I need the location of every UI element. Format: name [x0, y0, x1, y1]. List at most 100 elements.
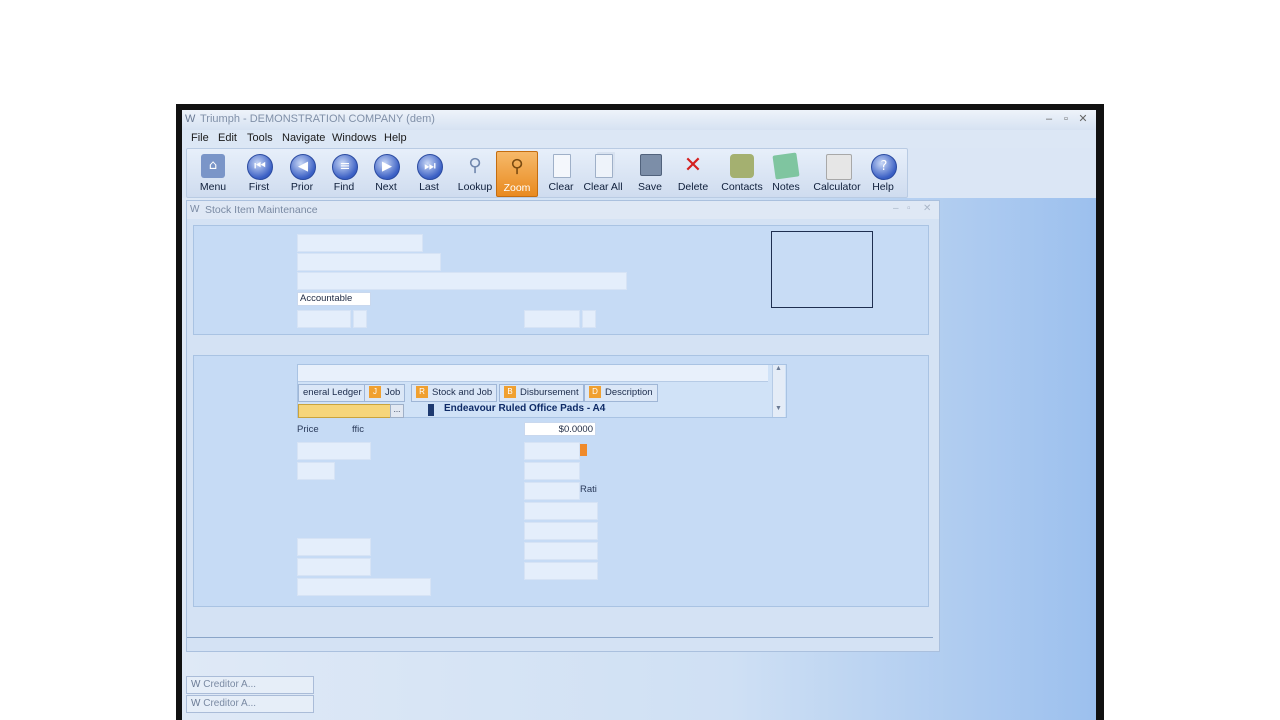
right-field-4[interactable] [524, 502, 598, 520]
left-field-2[interactable] [297, 462, 335, 480]
tab-strip: eneral Ledger J Job R Stock and Job B Disbu… [298, 384, 768, 402]
menu-help[interactable]: Help [384, 132, 407, 144]
help-button[interactable]: ? Help [861, 151, 905, 195]
grid-scrollbar[interactable]: ▲ ▼ [772, 365, 785, 417]
description-field[interactable] [297, 272, 627, 290]
notes-icon [772, 152, 800, 180]
tab-job[interactable]: J Job [364, 384, 406, 402]
account-lookup-button[interactable]: ... [390, 404, 404, 418]
price-label: Price [297, 424, 319, 435]
child-minimize-button[interactable]: – [893, 203, 899, 214]
right-field-6[interactable] [524, 542, 598, 560]
find-icon: ≡ [332, 154, 358, 180]
menu-windows[interactable]: Windows [332, 132, 377, 144]
clear-all-button-label: Clear All [583, 181, 623, 193]
row-indicator-icon [428, 404, 434, 416]
clear-all-button[interactable]: Clear All [581, 151, 625, 195]
last-icon: ⏭ [417, 154, 443, 180]
rate-label: Rati [580, 484, 597, 495]
grid-header [298, 365, 768, 382]
right-field-7[interactable] [524, 562, 598, 580]
menu-button[interactable]: ⌂ Menu [191, 151, 235, 195]
app-logo-icon: W [185, 113, 196, 125]
last-button-label: Last [419, 181, 439, 193]
minimized-window-2[interactable]: W Creditor A... [186, 695, 314, 713]
right-field-3[interactable] [524, 482, 580, 500]
notes-button[interactable]: Notes [764, 151, 808, 195]
price-value-field[interactable]: $0.0000 [524, 422, 596, 436]
lookup-button[interactable]: ⚲ Lookup [453, 151, 497, 195]
toolbar: ⌂ Menu ⏮ First ◀ Prior ≡ Find ▶ Next ⏭ L… [186, 148, 908, 198]
calculator-icon [826, 154, 852, 180]
minimized-window-1[interactable]: W Creditor A... [186, 676, 314, 694]
maximize-button[interactable]: ▫ [1059, 112, 1073, 126]
right-field-1[interactable] [524, 442, 580, 460]
close-button[interactable]: ✕ [1076, 112, 1090, 126]
child-title-bar: W Stock Item Maintenance – ▫ ✕ [187, 201, 939, 219]
tab-general-ledger[interactable]: eneral Ledger [298, 384, 367, 402]
menu-navigate[interactable]: Navigate [282, 132, 325, 144]
tab-description[interactable]: D Description [584, 384, 658, 402]
window-title: Triumph - DEMONSTRATION COMPANY (dem) [200, 113, 435, 125]
account-grid: eneral Ledger J Job R Stock and Job B Disbu… [297, 364, 787, 418]
menu-tools[interactable]: Tools [247, 132, 273, 144]
first-button[interactable]: ⏮ First [237, 151, 281, 195]
tab-stock-and-job[interactable]: R Stock and Job [411, 384, 498, 402]
child-maximize-button[interactable]: ▫ [907, 203, 911, 214]
minimized-window-title: Creditor A... [203, 679, 257, 690]
mdi-workspace: W Stock Item Maintenance – ▫ ✕ Accountab… [182, 198, 1096, 720]
left-field-4[interactable] [297, 558, 371, 576]
contacts-button[interactable]: Contacts [720, 151, 764, 195]
left-field-3[interactable] [297, 538, 371, 556]
account-code-input[interactable] [298, 404, 392, 418]
header-panel: Accountable [193, 225, 929, 335]
help-icon: ? [871, 154, 897, 180]
zoom-icon: ⚲ [510, 156, 524, 177]
prior-icon: ◀ [290, 154, 316, 180]
menu-edit[interactable]: Edit [218, 132, 237, 144]
warning-marker-icon [580, 444, 587, 456]
calculator-button[interactable]: Calculator [812, 151, 862, 195]
title-bar: W Triumph - DEMONSTRATION COMPANY (dem) … [182, 110, 1096, 130]
minimize-button[interactable]: – [1042, 112, 1056, 126]
last-button[interactable]: ⏭ Last [407, 151, 451, 195]
group-lookup-button[interactable] [582, 310, 596, 328]
unit-lookup-button[interactable] [353, 310, 367, 328]
right-field-5[interactable] [524, 522, 598, 540]
first-button-label: First [248, 181, 270, 193]
child-close-button[interactable]: ✕ [923, 203, 931, 214]
zoom-button[interactable]: ⚲ Zoom [496, 151, 538, 197]
accountable-field[interactable]: Accountable [297, 292, 371, 306]
menu-bar: File Edit Tools Navigate Windows Help [182, 130, 1096, 148]
scroll-up-icon[interactable]: ▲ [775, 365, 782, 372]
status-divider [187, 637, 933, 638]
item-image-box [771, 231, 873, 308]
right-field-2[interactable] [524, 462, 580, 480]
details-panel: eneral Ledger J Job R Stock and Job B Disbu… [193, 355, 929, 607]
stock-code-field[interactable] [297, 234, 423, 252]
lookup-icon: ⚲ [468, 155, 482, 176]
tab-disbursement[interactable]: B Disbursement [499, 384, 584, 402]
short-description-field[interactable] [297, 253, 441, 271]
left-field-5[interactable] [297, 578, 431, 596]
delete-icon: ✕ [683, 153, 703, 178]
clear-icon [553, 154, 571, 178]
unit-field[interactable] [297, 310, 351, 328]
minimized-logo-icon: W [191, 679, 201, 690]
group-field[interactable] [524, 310, 580, 328]
notes-button-label: Notes [772, 181, 800, 193]
find-button[interactable]: ≡ Find [322, 151, 366, 195]
left-field-1[interactable] [297, 442, 371, 460]
clear-button[interactable]: Clear [539, 151, 583, 195]
item-description-text: Endeavour Ruled Office Pads - A4 [444, 403, 606, 414]
save-icon [640, 154, 662, 176]
scroll-down-icon[interactable]: ▼ [775, 405, 782, 412]
next-button[interactable]: ▶ Next [364, 151, 408, 195]
calculator-button-label: Calculator [813, 181, 861, 193]
prior-button[interactable]: ◀ Prior [280, 151, 324, 195]
zoom-button-label: Zoom [503, 182, 531, 194]
menu-file[interactable]: File [191, 132, 209, 144]
contacts-button-label: Contacts [721, 181, 763, 193]
delete-button[interactable]: ✕ Delete [671, 151, 715, 195]
save-button[interactable]: Save [628, 151, 672, 195]
